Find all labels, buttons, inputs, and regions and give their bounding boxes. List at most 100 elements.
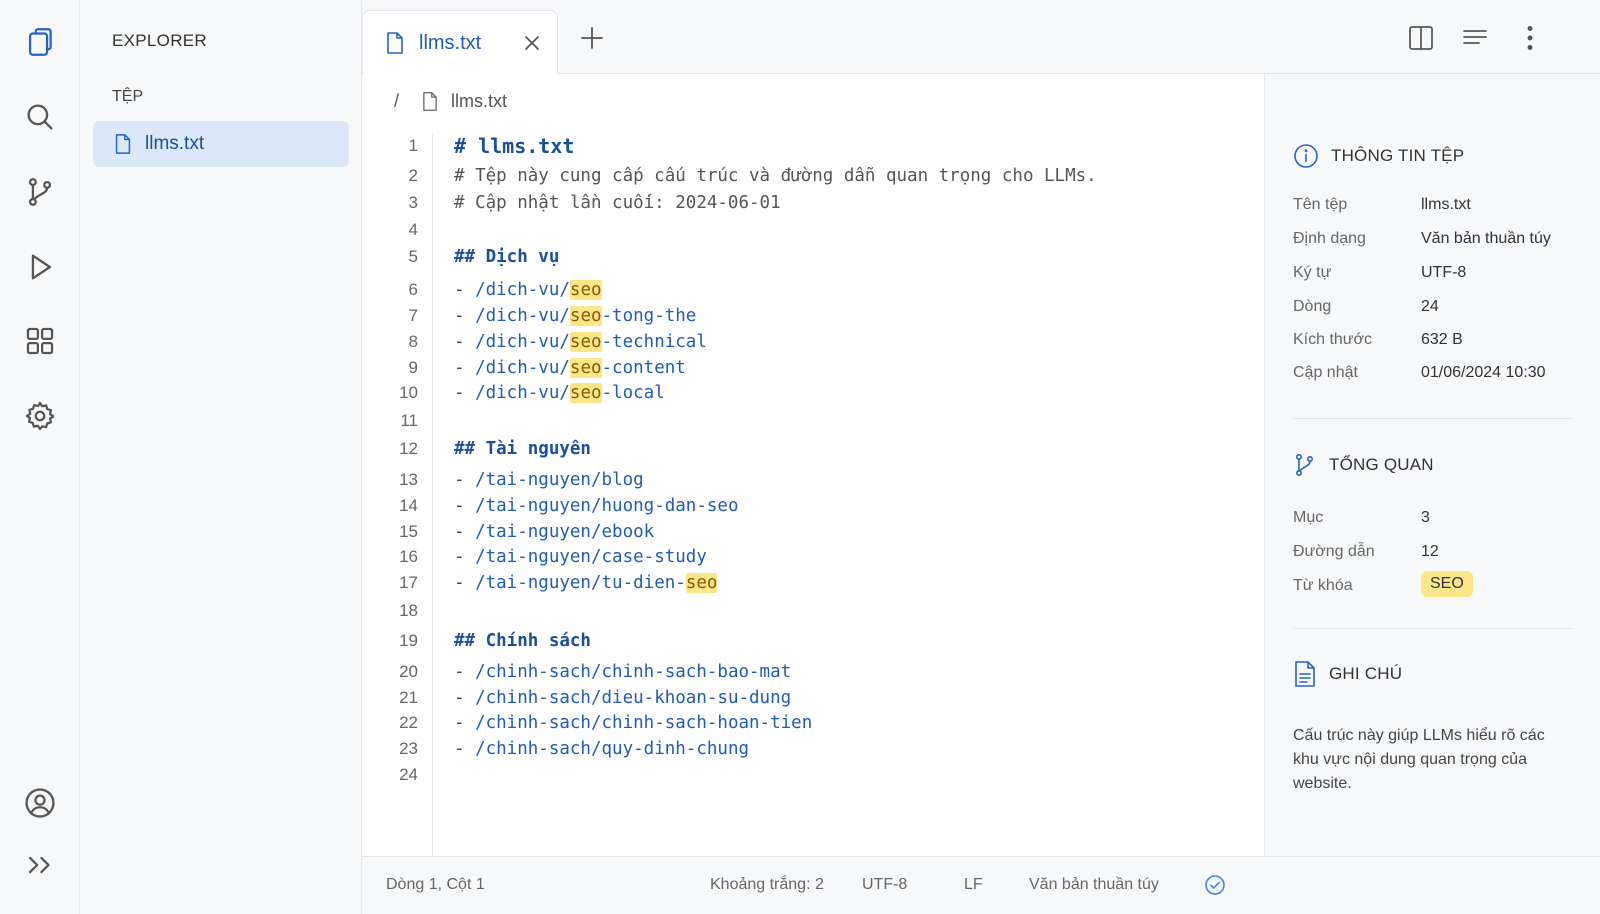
status-eol[interactable]: LF <box>964 876 983 894</box>
code-line[interactable]: 13 - /tai-nguyen/blog <box>362 467 1242 493</box>
status-encoding[interactable]: UTF-8 <box>862 876 907 894</box>
line-number: 4 <box>408 220 418 239</box>
code-line[interactable]: 24 <box>362 762 1242 788</box>
code-line[interactable]: 21 - /chinh-sach/dieu-khoan-su-dung <box>362 685 1242 711</box>
code-token: - <box>454 522 476 542</box>
code-token: - <box>454 332 476 352</box>
code-token: -local <box>601 383 665 403</box>
code-line[interactable]: 16 - /tai-nguyen/case-study <box>362 544 1242 570</box>
add-tab-icon[interactable] <box>578 24 606 52</box>
line-number: 16 <box>399 547 418 566</box>
notes-header: GHI CHÚ <box>1293 660 1402 688</box>
line-text: ## Tài nguyên <box>454 436 591 462</box>
code-token: - <box>454 573 476 593</box>
info-value: 3 <box>1421 509 1430 526</box>
keyword-badge: SEO <box>1421 571 1473 597</box>
files-icon[interactable] <box>20 22 60 62</box>
status-language[interactable]: Văn bản thuần túy <box>1029 876 1159 894</box>
code-token: - <box>454 662 476 682</box>
code-line[interactable]: 9 - /dich-vu/seo-content <box>362 355 1242 381</box>
code-token: - <box>454 280 476 300</box>
line-number: 14 <box>399 496 418 515</box>
info-value: 12 <box>1421 543 1439 560</box>
editor[interactable]: / llms.txt 1 # llms.txt 2 # Tệp này cung cấ… <box>362 74 1264 874</box>
code-token: /chinh-sach/quy-dinh-chung <box>475 739 750 759</box>
line-number: 24 <box>399 765 418 784</box>
settings-icon[interactable] <box>20 396 60 436</box>
source-control-icon[interactable] <box>20 172 60 212</box>
files-section-header[interactable]: TỆP <box>112 88 143 106</box>
status-bar: Dòng 1, Cột 1 Khoảng trắng: 2 UTF-8 LF V… <box>362 856 1600 914</box>
breadcrumb-separator: / <box>394 90 400 111</box>
code-line[interactable]: 15 - /tai-nguyen/ebook <box>362 519 1242 545</box>
code-line[interactable]: 22 - /chinh-sach/chinh-sach-hoan-tien <box>362 710 1242 736</box>
extensions-icon[interactable] <box>20 321 60 361</box>
code-line[interactable]: 5 ## Dịch vụ <box>362 244 1242 270</box>
branch-icon <box>1295 453 1314 476</box>
info-value: 632 B <box>1421 331 1463 348</box>
code-token: - <box>454 688 476 708</box>
code-token: ## Chính sách <box>454 631 591 651</box>
split-editor-icon[interactable] <box>1406 23 1436 53</box>
code-token: /tai-nguyen/blog <box>475 470 644 490</box>
more-icon[interactable] <box>1515 23 1545 53</box>
status-indentation[interactable]: Khoảng trắng: 2 <box>710 876 824 894</box>
info-value: Văn bản thuần túy <box>1421 230 1551 247</box>
outline-icon[interactable] <box>1460 23 1490 53</box>
code-line[interactable]: 18 <box>362 598 1242 624</box>
code-line[interactable]: 23 - /chinh-sach/quy-dinh-chung <box>362 736 1242 762</box>
code-token: -content <box>601 358 686 378</box>
explorer-title: EXPLORER <box>112 31 207 50</box>
account-icon[interactable] <box>20 783 60 823</box>
line-number: 21 <box>399 688 418 707</box>
code-line[interactable]: 17 - /tai-nguyen/tu-dien-seo <box>362 570 1242 596</box>
code-line[interactable]: 4 <box>362 217 1242 243</box>
line-text: - /chinh-sach/dieu-khoan-su-dung <box>454 685 791 711</box>
file-info-title: THÔNG TIN TỆP <box>1331 146 1465 165</box>
line-text: ## Dịch vụ <box>454 244 559 270</box>
code-line[interactable]: 14 - /tai-nguyen/huong-dan-seo <box>362 493 1242 519</box>
divider <box>1293 418 1573 419</box>
close-icon[interactable] <box>519 30 545 56</box>
line-number: 18 <box>399 601 418 620</box>
code-token: # Tệp này cung cấp cấu trúc và đường dẫn… <box>454 166 1097 186</box>
code-line[interactable]: 20 - /chinh-sach/chinh-sach-bao-mat <box>362 659 1242 685</box>
search-icon[interactable] <box>20 97 60 137</box>
code-line[interactable]: 2 # Tệp này cung cấp cấu trúc và đường dẫ… <box>362 163 1242 189</box>
line-text: - /chinh-sach/chinh-sach-hoan-tien <box>454 710 812 736</box>
line-text: - /dich-vu/seo-tong-the <box>454 303 696 329</box>
code-token: - <box>454 739 476 759</box>
status-cursor-position[interactable]: Dòng 1, Cột 1 <box>386 876 485 894</box>
info-icon <box>1294 144 1318 168</box>
breadcrumb-file[interactable]: llms.txt <box>451 91 507 112</box>
tab-llms-txt[interactable]: llms.txt <box>362 10 558 75</box>
expand-icon[interactable] <box>20 845 60 885</box>
code-token: - <box>454 713 476 733</box>
code-line[interactable]: 10 - /dich-vu/seo-local <box>362 380 1242 406</box>
code-token: /tai-nguyen/huong-dan-seo <box>475 496 739 516</box>
code-line[interactable]: 12 ## Tài nguyên <box>362 436 1242 462</box>
code-line[interactable]: 19 ## Chính sách <box>362 628 1242 654</box>
code-line[interactable]: 11 <box>362 408 1242 434</box>
code-token: ## Tài nguyên <box>454 439 591 459</box>
code-token: /chinh-sach/dieu-khoan-su-dung <box>475 688 792 708</box>
document-icon <box>1295 661 1315 687</box>
line-number: 6 <box>408 280 418 299</box>
explorer-file-item[interactable]: llms.txt <box>93 121 349 167</box>
code-line[interactable]: 7 - /dich-vu/seo-tong-the <box>362 303 1242 329</box>
search-highlight: seo <box>685 573 718 593</box>
line-text: - /dich-vu/seo-technical <box>454 329 707 355</box>
line-number: 17 <box>399 573 418 592</box>
search-highlight: seo <box>569 383 602 403</box>
code-line[interactable]: 1 # llms.txt <box>362 133 1242 159</box>
info-key: Dòng <box>1293 298 1332 315</box>
code-line[interactable]: 8 - /dich-vu/seo-technical <box>362 329 1242 355</box>
line-text: - /tai-nguyen/tu-dien-seo <box>454 570 718 596</box>
code-token: /tai-nguyen/ebook <box>475 522 655 542</box>
info-key: Định dạng <box>1293 230 1366 247</box>
code-line[interactable]: 3 # Cập nhật lần cuối: 2024-06-01 <box>362 190 1242 216</box>
run-icon[interactable] <box>20 247 60 287</box>
tab-label: llms.txt <box>419 31 482 54</box>
code-line[interactable]: 6 - /dich-vu/seo <box>362 277 1242 303</box>
notes-title: GHI CHÚ <box>1329 664 1403 683</box>
